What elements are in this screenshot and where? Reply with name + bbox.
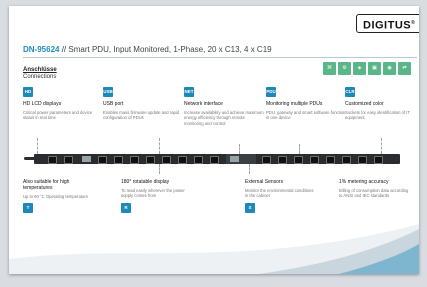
c13-outlet [262, 156, 271, 164]
feature-title: 180° rotatable display [121, 179, 170, 185]
product-sheet: DIGITUS® DN-95624 // Smart PDU, Input Mo… [9, 6, 419, 274]
feature-desc: Billing of consumption data according to… [339, 188, 409, 199]
feature-hd-lcd: HD HD LCD displays Critical power parame… [23, 87, 103, 121]
title-divider [23, 57, 417, 58]
feature-title: Monitoring multiple PDUs [266, 101, 323, 107]
feature-badge-row: ⌘ ⚙ ◈ ▣ ◉ ⇄ [323, 62, 411, 75]
logo-text: DIGITUS [363, 19, 412, 32]
pdu-strip-image [34, 154, 400, 164]
feature-title: 1% metering accuracy [339, 179, 389, 185]
c13-outlet [358, 156, 367, 164]
c13-outlet [162, 156, 171, 164]
feature-rotatable: 180° rotatable display To read easily wh… [121, 175, 191, 213]
feature-sensors: External Sensors Monitor the environment… [245, 175, 315, 213]
feature-desc: Increase availability and achieve maximu… [184, 110, 264, 126]
feature-title: Network interface [184, 101, 223, 107]
feature-usb: USB USB port Enables mass firmware updat… [103, 87, 183, 121]
feature-title: External Sensors [245, 179, 284, 185]
feature-desc: Critical power parameters and device sta… [23, 110, 93, 121]
display-badge-icon: ▣ [368, 62, 381, 75]
callout-line [37, 138, 38, 154]
usb-icon: USB [103, 87, 113, 97]
network-icon: NET [184, 87, 194, 97]
model-number: DN-95624 [23, 45, 60, 54]
trademark-sign: ® [411, 20, 416, 26]
product-description: Smart PDU, Input Monitored, 1-Phase, 20 … [68, 45, 272, 54]
c13-outlet [294, 156, 303, 164]
section-subtitle: Connections [23, 74, 57, 80]
feature-metering: 1% metering accuracy Billing of consumpt… [339, 175, 413, 199]
product-title: DN-95624 // Smart PDU, Input Monitored, … [23, 45, 272, 54]
c13-outlet [114, 156, 123, 164]
c13-outlet [210, 156, 219, 164]
c19-outlet [326, 156, 335, 164]
callout-line [159, 138, 160, 154]
callout-line [159, 164, 160, 174]
pdu-stack-icon: PDU [266, 87, 276, 97]
feature-title: USB port [103, 101, 124, 107]
feature-desc: Up to 60 °C Operating temperature [23, 194, 88, 199]
network-badge-icon: ⌘ [323, 62, 336, 75]
sensor-badge-icon: ◉ [383, 62, 396, 75]
digitus-logo: DIGITUS® [356, 14, 419, 33]
decorative-wave [9, 224, 419, 274]
callout-line [249, 164, 250, 174]
feature-color: CLR Customized color Sockets for easy id… [345, 87, 413, 121]
feature-desc: To read easily wherever the power supply… [121, 188, 185, 199]
feature-title: Also suitable for high temperatures [23, 179, 70, 191]
lcd-display [82, 156, 91, 162]
feature-desc: Enables mass firmware update and rapid c… [103, 110, 180, 121]
c13-outlet [342, 156, 351, 164]
feature-title: HD LCD displays [23, 101, 62, 107]
callout-line [239, 144, 240, 154]
c13-outlet [310, 156, 319, 164]
hd-icon: HD [23, 87, 33, 97]
callout-line [299, 144, 300, 154]
c19-outlet [374, 156, 383, 164]
lcd-display [230, 156, 239, 162]
c13-outlet [130, 156, 139, 164]
sensor-icon: S [245, 202, 255, 213]
c13-outlet [178, 156, 187, 164]
c13-outlet [64, 156, 73, 164]
color-sockets-icon: CLR [345, 87, 355, 97]
feature-desc: Sockets for easy identification of IT eq… [345, 110, 410, 121]
settings-badge-icon: ⚙ [338, 62, 351, 75]
rotate-icon: R [121, 202, 131, 213]
feature-monitoring: PDU Monitoring multiple PDUs PDU, gatewa… [266, 87, 346, 121]
feature-temperature: Also suitable for high temperatures Up t… [23, 175, 93, 214]
section-title: Anschlüsse [23, 67, 57, 73]
feature-network: NET Network interface Increase availabil… [184, 87, 264, 126]
usb-badge-icon: ⇄ [398, 62, 411, 75]
c13-outlet [278, 156, 287, 164]
title-separator: // [61, 45, 67, 54]
c13-outlet [98, 156, 107, 164]
feature-desc: PDU, gateway and smart software function… [266, 110, 346, 121]
c19-outlet [48, 156, 57, 164]
thermometer-icon: T [23, 203, 33, 214]
ipv6-badge-icon: ◈ [353, 62, 366, 75]
callout-line [381, 138, 382, 154]
c19-outlet [146, 156, 155, 164]
c13-outlet [194, 156, 203, 164]
feature-desc: Monitor the environmental conditions in … [245, 188, 314, 199]
feature-title: Customized color [345, 101, 384, 107]
